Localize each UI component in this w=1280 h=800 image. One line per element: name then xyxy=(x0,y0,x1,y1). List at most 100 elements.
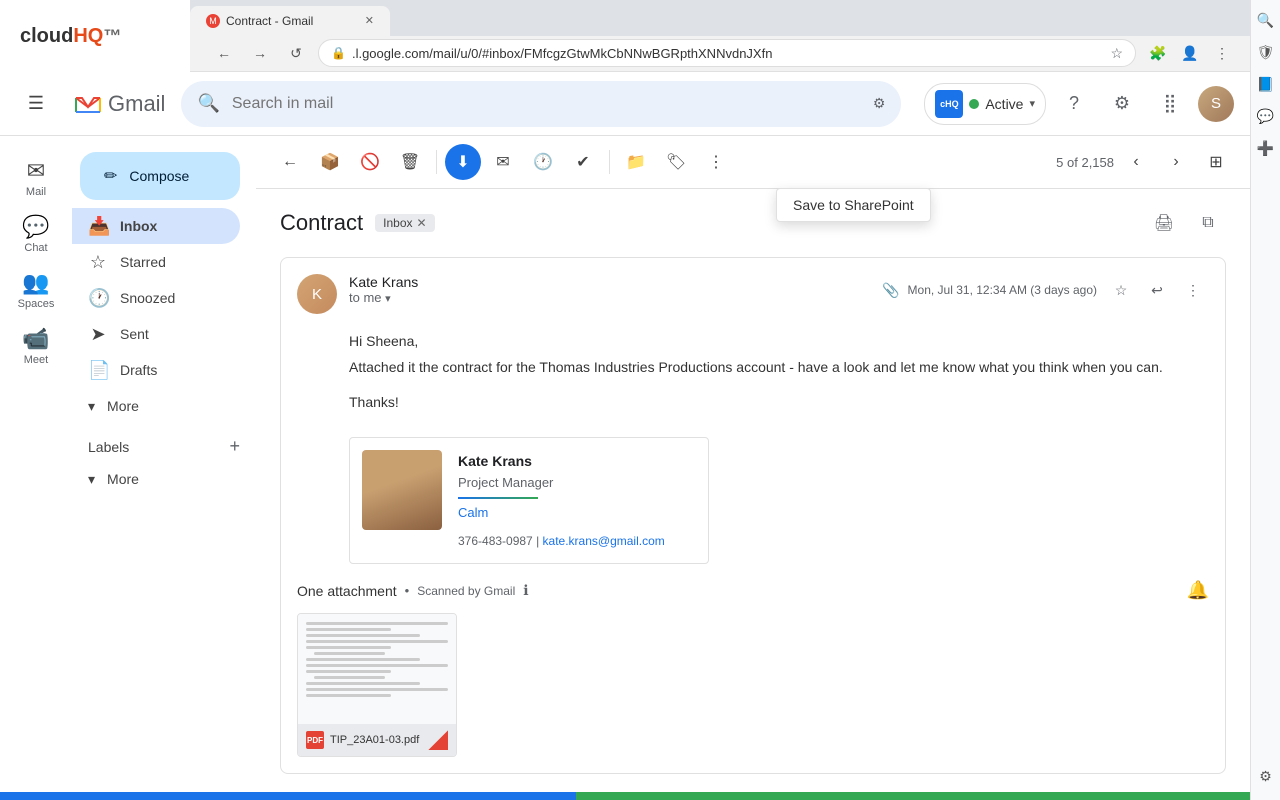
cloudhq-status-btn[interactable]: cHQ Active ▾ xyxy=(924,83,1046,125)
ext-shield-icon[interactable]: 🛡 xyxy=(1254,40,1278,64)
compose-edit-icon: ✏ xyxy=(104,166,117,186)
pdf-footer: PDF TIP_23A01-03.pdf xyxy=(298,724,456,756)
inbox-tag-close-btn[interactable]: ✕ xyxy=(417,216,427,230)
gmail-container: ☰ Gmail 🔍 ⚙ cHQ Active ▾ xyxy=(0,72,1250,800)
inbox-badge: Inbox ✕ xyxy=(375,214,434,232)
sidebar-item-meet[interactable]: 📹 Meet xyxy=(10,320,61,372)
star-msg-btn[interactable]: ☆ xyxy=(1105,274,1137,306)
labels-add-btn[interactable]: + xyxy=(229,436,240,457)
ext-add-icon[interactable]: ➕ xyxy=(1254,136,1278,160)
gmail-title: Gmail xyxy=(108,91,165,117)
toolbar-sep-1 xyxy=(436,150,437,174)
snoozed-icon: 🕐 xyxy=(88,288,108,309)
gmail-header-right: cHQ Active ▾ ? ⚙ ⣿ S xyxy=(924,83,1234,125)
more-options-btn[interactable]: ⋮ xyxy=(1208,39,1236,67)
view-options-btn[interactable]: ⊞ xyxy=(1198,144,1234,180)
sidebar-item-starred[interactable]: ☆ Starred xyxy=(72,244,240,280)
pdf-red-accent xyxy=(428,730,448,750)
labels-more-item[interactable]: ▾ More xyxy=(72,461,240,497)
hamburger-menu-btn[interactable]: ☰ xyxy=(16,84,56,124)
gmail-sidebar: ✉ Mail 💬 Chat 👥 Spaces 📹 Meet xyxy=(0,136,256,800)
address-bar[interactable]: 🔒 .l.google.com/mail/u/0/#inbox/FMfcgzGt… xyxy=(318,39,1136,67)
snooze-btn[interactable]: 🕐 xyxy=(525,144,561,180)
pdf-corner-icon xyxy=(428,730,448,750)
scanned-info-icon[interactable]: ℹ xyxy=(523,582,528,599)
back-to-inbox-btn[interactable]: ← xyxy=(272,144,308,180)
sidebar-item-drafts[interactable]: 📄 Drafts xyxy=(72,352,240,388)
archive-btn[interactable]: 📦 xyxy=(312,144,348,180)
cloudhq-logo-text: cloudHQ™ xyxy=(20,25,121,48)
sig-photo xyxy=(362,450,442,530)
tab-close-btn[interactable]: ✕ xyxy=(365,14,374,27)
apps-btn[interactable]: ⣿ xyxy=(1150,84,1190,124)
forward-button[interactable]: → xyxy=(246,39,274,67)
labels-title: Labels xyxy=(88,439,129,455)
star-icon[interactable]: ☆ xyxy=(1110,45,1123,62)
sidebar-item-snoozed[interactable]: 🕐 Snoozed xyxy=(72,280,240,316)
extensions-btn[interactable]: 🧩 xyxy=(1144,39,1172,67)
sidebar-more-item[interactable]: ▾ More xyxy=(72,388,240,424)
help-btn[interactable]: ? xyxy=(1054,84,1094,124)
ext-settings-icon[interactable]: ⚙ xyxy=(1254,764,1278,788)
sidebar-item-chat[interactable]: 💬 Chat xyxy=(10,208,61,260)
msg-more-btn[interactable]: ⋮ xyxy=(1177,274,1209,306)
more-chevron-icon: ▾ xyxy=(88,398,95,415)
back-button[interactable]: ← xyxy=(210,39,238,67)
sidebar-item-inbox[interactable]: 📥 Inbox xyxy=(72,208,240,244)
email-body: Hi Sheena, Attached it the contract for … xyxy=(281,330,1225,580)
sidebar-item-sent[interactable]: ➤ Sent xyxy=(72,316,240,352)
user-avatar[interactable]: S xyxy=(1198,86,1234,122)
pdf-attachment-thumb[interactable]: PDF TIP_23A01-03.pdf xyxy=(297,613,457,757)
gmail-main: ← 📦 🚫 🗑 ⬇ ✉ 🕐 ✔ 📁 🏷 ⋮ Save to SharePoint xyxy=(256,136,1250,800)
delete-btn[interactable]: 🗑 xyxy=(392,144,428,180)
print-btn[interactable]: 🖨 xyxy=(1146,205,1182,241)
labels-section: Labels + ▾ More xyxy=(72,424,256,505)
settings-btn[interactable]: ⚙ xyxy=(1102,84,1142,124)
email-subject: Contract xyxy=(280,210,363,236)
compose-button[interactable]: ✏ Compose xyxy=(80,152,240,200)
ext-chat-icon[interactable]: 💬 xyxy=(1254,104,1278,128)
move-to-btn[interactable]: 📁 xyxy=(618,144,654,180)
sender-to[interactable]: to me ▾ xyxy=(349,290,870,305)
subject-right-actions: 🖨 ⧉ xyxy=(1146,205,1226,241)
save-sharepoint-btn[interactable]: ⬇ xyxy=(445,144,481,180)
compose-label: Compose xyxy=(129,168,189,184)
labels-chevron-icon: ▾ xyxy=(88,471,95,488)
add-task-btn[interactable]: ✔ xyxy=(565,144,601,180)
email-content: Contract Inbox ✕ 🖨 ⧉ K Kate K xyxy=(256,189,1250,800)
sender-avatar: K xyxy=(297,274,337,314)
reply-btn[interactable]: ↩ xyxy=(1141,274,1173,306)
next-email-btn[interactable]: › xyxy=(1158,144,1194,180)
pdf-line-6 xyxy=(314,652,385,655)
active-status-dot xyxy=(969,99,979,109)
pdf-preview xyxy=(298,614,456,724)
search-options-btn[interactable]: ⚙ xyxy=(873,95,886,112)
spam-btn[interactable]: 🚫 xyxy=(352,144,388,180)
drafts-icon: 📄 xyxy=(88,360,108,381)
gmail-m-icon xyxy=(72,88,104,120)
reload-button[interactable]: ↺ xyxy=(282,39,310,67)
mark-unread-btn[interactable]: ✉ xyxy=(485,144,521,180)
ext-outlook-icon[interactable]: 📘 xyxy=(1254,72,1278,96)
profile-btn[interactable]: 👤 xyxy=(1176,39,1204,67)
msg-date: Mon, Jul 31, 12:34 AM (3 days ago) xyxy=(908,283,1097,297)
save-to-sharepoint-tooltip[interactable]: Save to SharePoint xyxy=(776,188,931,222)
tab-title: Contract - Gmail xyxy=(226,14,313,28)
prev-email-btn[interactable]: ‹ xyxy=(1118,144,1154,180)
sender-info: Kate Krans to me ▾ xyxy=(349,274,870,305)
save-tooltip-text: Save to SharePoint xyxy=(793,197,914,213)
search-input[interactable] xyxy=(232,95,861,113)
sidebar-item-mail[interactable]: ✉ Mail xyxy=(14,152,58,204)
open-in-new-btn[interactable]: ⧉ xyxy=(1190,205,1226,241)
bottom-bar xyxy=(0,792,1280,800)
active-tab[interactable]: M Contract - Gmail ✕ xyxy=(190,6,390,36)
gmail-search-bar[interactable]: 🔍 ⚙ xyxy=(181,81,901,127)
pdf-filename: TIP_23A01-03.pdf xyxy=(330,734,419,746)
ext-search-icon[interactable]: 🔍 xyxy=(1254,8,1278,32)
sig-divider xyxy=(458,497,538,499)
sidebar-item-spaces[interactable]: 👥 Spaces xyxy=(6,264,67,316)
label-btn[interactable]: 🏷 xyxy=(658,144,694,180)
email-greeting: Hi Sheena, xyxy=(349,330,1209,352)
more-actions-btn[interactable]: ⋮ xyxy=(698,144,734,180)
attachment-bell-icon[interactable]: 🔔 xyxy=(1187,580,1209,601)
